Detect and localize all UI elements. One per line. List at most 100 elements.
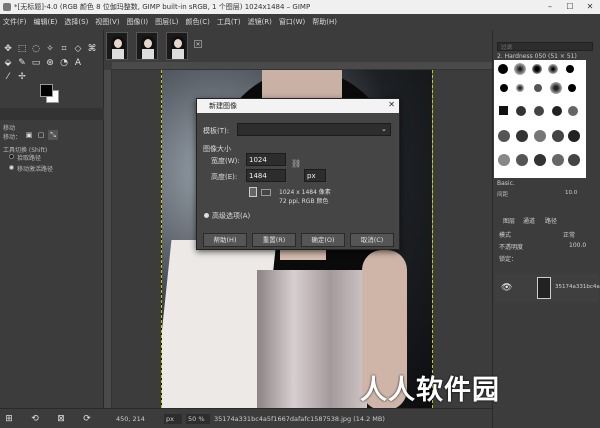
- text-tool-icon[interactable]: A: [73, 58, 83, 68]
- template-dropdown-icon[interactable]: ⌄: [381, 125, 387, 133]
- brush-item[interactable]: [532, 64, 542, 74]
- brush-item[interactable]: [552, 154, 564, 166]
- brush-item[interactable]: [548, 64, 558, 74]
- close-button[interactable]: ✕: [580, 0, 600, 14]
- brush-item[interactable]: [498, 64, 508, 74]
- brush-item[interactable]: [552, 106, 562, 116]
- brush-item[interactable]: [534, 130, 546, 142]
- undo-history-icon[interactable]: ⟲: [30, 414, 40, 424]
- warp-icon[interactable]: ⌘: [87, 44, 97, 54]
- move-active-path-radio[interactable]: [9, 165, 14, 170]
- image-tab-3[interactable]: [166, 32, 188, 60]
- maximize-button[interactable]: ☐: [560, 0, 580, 14]
- brush-item[interactable]: [552, 130, 564, 142]
- blur-icon[interactable]: ◔: [59, 58, 69, 68]
- reset-icon[interactable]: ⟳: [82, 414, 92, 424]
- delete-preset-icon[interactable]: ⊠: [56, 414, 66, 424]
- image-info-line1: 1024 x 1484 像素: [279, 189, 331, 196]
- measure-icon[interactable]: ✢: [17, 72, 27, 82]
- mode-select[interactable]: 正常: [563, 230, 575, 239]
- foreground-color-swatch[interactable]: [40, 84, 53, 97]
- brush-item[interactable]: [534, 154, 546, 166]
- lasso-icon[interactable]: ◌: [31, 44, 41, 54]
- brush-item[interactable]: [514, 63, 526, 75]
- brush-item[interactable]: [516, 106, 526, 116]
- width-input[interactable]: 1024: [246, 153, 286, 166]
- brush-item[interactable]: [534, 106, 544, 116]
- transform-icon[interactable]: ◇: [73, 44, 83, 54]
- brush-item[interactable]: [568, 106, 578, 116]
- zoom-select[interactable]: 50 %: [186, 413, 210, 424]
- brush-name: 2. Hardness 050 (51 × 51): [497, 53, 577, 60]
- menu-windows[interactable]: 窗口(W): [279, 17, 305, 27]
- brush-item[interactable]: [498, 154, 510, 166]
- brush-item[interactable]: [568, 130, 580, 142]
- portrait-icon[interactable]: [249, 187, 257, 197]
- menu-layer[interactable]: 图层(L): [155, 17, 178, 27]
- close-tab-icon[interactable]: ✕: [194, 40, 202, 48]
- save-options-icon[interactable]: ⊞: [4, 414, 14, 424]
- move-path-icon[interactable]: ⤡: [48, 130, 58, 140]
- paintbrush-icon[interactable]: ✎: [17, 58, 27, 68]
- brush-item[interactable]: [568, 84, 576, 92]
- landscape-icon[interactable]: [261, 189, 271, 196]
- layer-row[interactable]: 👁 35174a331bc4a: [495, 274, 600, 302]
- brush-item[interactable]: [500, 84, 508, 92]
- opacity-value[interactable]: 100.0: [569, 242, 586, 249]
- layer-name[interactable]: 35174a331bc4a: [555, 284, 600, 290]
- brush-item[interactable]: [516, 130, 528, 142]
- menu-help[interactable]: 帮助(H): [312, 17, 337, 27]
- reset-button[interactable]: 重置(R): [252, 233, 296, 247]
- brush-item[interactable]: [516, 84, 524, 92]
- move-layer-icon[interactable]: ▣: [24, 130, 34, 140]
- pick-path-radio[interactable]: [9, 154, 14, 159]
- menu-colors[interactable]: 颜色(C): [185, 17, 209, 27]
- brush-grid[interactable]: [494, 60, 586, 178]
- spacing-value[interactable]: 10.0: [565, 190, 577, 196]
- brush-item[interactable]: [534, 84, 542, 92]
- image-tab-1[interactable]: [106, 32, 128, 60]
- brush-item[interactable]: [499, 106, 508, 115]
- brush-item[interactable]: [550, 82, 562, 94]
- paths-tab[interactable]: 路径: [545, 216, 557, 225]
- clone-icon[interactable]: ⊛: [45, 58, 55, 68]
- eraser-icon[interactable]: ▭: [31, 58, 41, 68]
- menu-edit[interactable]: 编辑(E): [34, 17, 58, 27]
- move-tool-icon[interactable]: ✥: [3, 44, 13, 54]
- unit-select[interactable]: px: [304, 169, 326, 182]
- tool-options-tabs: [0, 108, 104, 120]
- ok-button[interactable]: 确定(O): [301, 233, 345, 247]
- menu-select[interactable]: 选择(S): [64, 17, 88, 27]
- brush-item[interactable]: [566, 65, 574, 73]
- move-selection-icon[interactable]: ▢: [36, 130, 46, 140]
- brush-item[interactable]: [498, 130, 510, 142]
- advanced-options-bullet[interactable]: [204, 213, 209, 218]
- color-picker-icon[interactable]: ⁄: [3, 72, 13, 82]
- paint-bucket-icon[interactable]: ⬙: [3, 58, 13, 68]
- crop-icon[interactable]: ⌗: [59, 44, 69, 54]
- cancel-button[interactable]: 取消(C): [350, 233, 394, 247]
- menu-file[interactable]: 文件(F): [3, 17, 27, 27]
- dialog-close-button[interactable]: ✕: [388, 100, 395, 109]
- brush-item[interactable]: [516, 154, 528, 166]
- template-select[interactable]: [237, 123, 391, 136]
- menu-filters[interactable]: 滤镜(R): [248, 17, 272, 27]
- image-tabs: ✕: [104, 30, 492, 62]
- brush-item[interactable]: [568, 154, 580, 166]
- eye-visibility-icon[interactable]: 👁: [501, 283, 512, 293]
- height-input[interactable]: 1484: [246, 169, 286, 182]
- fuzzy-select-icon[interactable]: ✧: [45, 44, 55, 54]
- chain-link-icon[interactable]: ⛓: [291, 159, 301, 168]
- help-button[interactable]: 帮助(H): [203, 233, 247, 247]
- menu-tools[interactable]: 工具(T): [217, 17, 241, 27]
- channels-tab[interactable]: 通道: [523, 216, 535, 225]
- unit-select[interactable]: px: [164, 413, 182, 424]
- menu-image[interactable]: 图像(I): [127, 17, 149, 27]
- menu-view[interactable]: 视图(V): [95, 17, 119, 27]
- rect-select-icon[interactable]: ⬚: [17, 44, 27, 54]
- advanced-options-toggle[interactable]: 高级选项(A): [212, 211, 250, 221]
- photo-dress: [257, 270, 367, 408]
- layers-tab[interactable]: 图层: [503, 216, 515, 225]
- minimize-button[interactable]: –: [540, 0, 560, 14]
- image-tab-2[interactable]: [136, 32, 158, 60]
